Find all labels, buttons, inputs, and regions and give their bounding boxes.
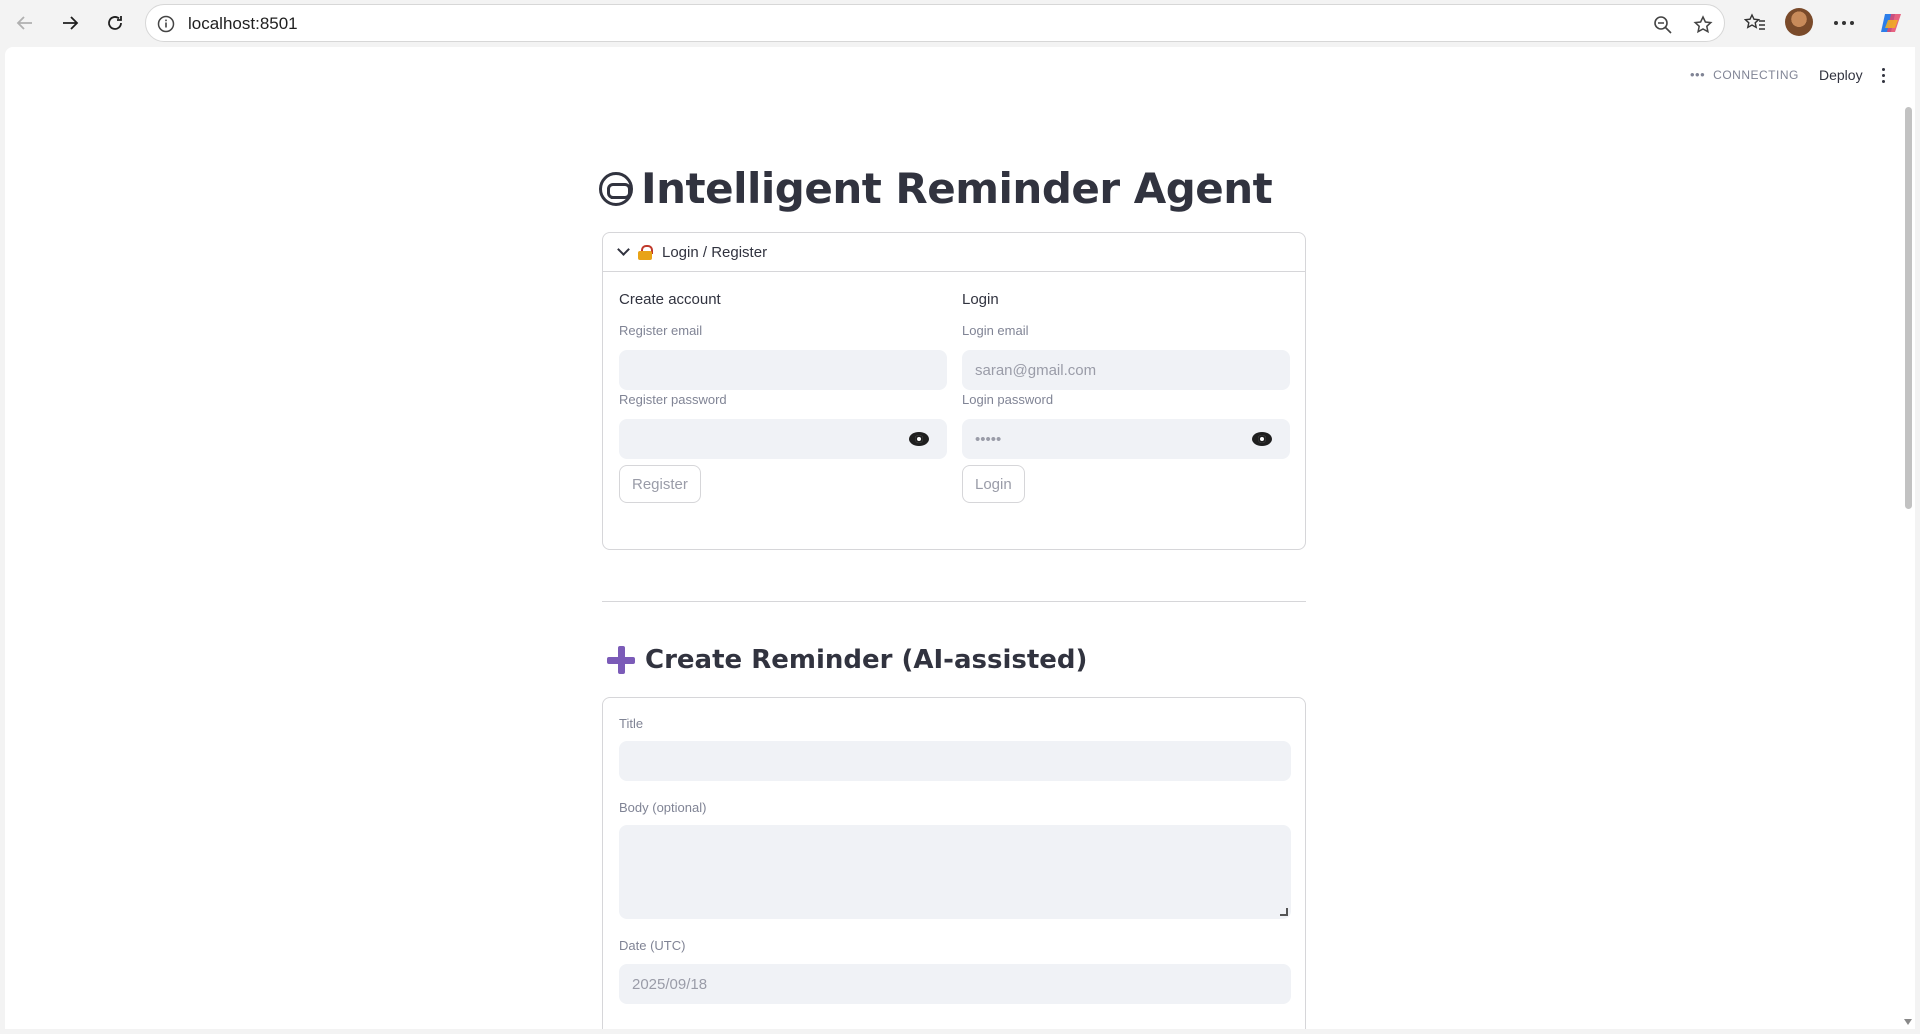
page-title: Intelligent Reminder Agent [599, 164, 1273, 213]
main-menu-icon[interactable] [1876, 65, 1890, 85]
login-heading: Login [962, 291, 999, 308]
title-input[interactable] [619, 741, 1291, 781]
register-email-field[interactable] [619, 350, 947, 390]
register-password-label: Register password [619, 392, 727, 407]
scrollbar-thumb[interactable] [1905, 107, 1912, 509]
create-reminder-title: Create Reminder (AI-assisted) [645, 645, 1088, 675]
browser-toolbar: localhost:8501 [0, 0, 1920, 46]
date-label: Date (UTC) [619, 938, 686, 953]
register-email-label: Register email [619, 323, 703, 338]
login-email-label: Login email [962, 323, 1029, 338]
connection-status: ••• CONNECTING [1690, 67, 1799, 82]
more-icon[interactable] [1829, 8, 1859, 38]
copilot-icon[interactable] [1877, 8, 1907, 38]
show-password-icon[interactable] [909, 432, 929, 446]
login-password-label: Login password [962, 392, 1054, 407]
deploy-button[interactable]: Deploy [1811, 61, 1871, 89]
page-title-text: Intelligent Reminder Agent [641, 164, 1273, 213]
scroll-down-icon[interactable] [1904, 1019, 1912, 1025]
body-label: Body (optional) [619, 800, 707, 815]
login-button[interactable]: Login [962, 465, 1025, 503]
login-password-field[interactable]: ••••• [962, 419, 1290, 459]
forward-icon[interactable] [53, 6, 87, 40]
address-bar[interactable]: localhost:8501 [145, 4, 1725, 42]
login-password-value: ••••• [975, 431, 1002, 448]
resize-handle-icon[interactable] [1280, 908, 1288, 916]
create-reminder-heading: Create Reminder (AI-assisted) [607, 645, 1087, 675]
star-icon[interactable] [1692, 14, 1714, 36]
auth-expander-label: Login / Register [662, 243, 768, 261]
lock-icon [638, 245, 653, 260]
title-label: Title [619, 716, 644, 731]
refresh-icon[interactable] [98, 6, 132, 40]
register-button[interactable]: Register [619, 465, 701, 503]
status-text: CONNECTING [1713, 67, 1799, 82]
plus-icon [607, 646, 635, 674]
info-icon[interactable] [156, 14, 176, 34]
register-heading: Create account [619, 291, 721, 308]
section-divider [602, 601, 1306, 602]
auth-expander: Login / Register Create account Register… [602, 232, 1306, 550]
back-icon[interactable] [8, 6, 42, 40]
robot-icon [599, 171, 633, 206]
chevron-down-icon [617, 243, 630, 256]
zoom-out-icon[interactable] [1652, 14, 1674, 36]
register-password-field[interactable] [619, 419, 947, 459]
page-scrollbar[interactable] [1901, 47, 1915, 1029]
status-dots-icon: ••• [1690, 67, 1706, 82]
body-textarea[interactable] [619, 825, 1291, 919]
auth-expander-header[interactable]: Login / Register [603, 233, 1305, 272]
page-viewport: ••• CONNECTING Deploy Intelligent Remind… [5, 47, 1915, 1029]
login-email-field[interactable]: saran@gmail.com [962, 350, 1290, 390]
avatar[interactable] [1785, 8, 1813, 36]
favorites-icon[interactable] [1740, 8, 1770, 38]
reminder-form: Title Body (optional) Date (UTC) 2025/09… [602, 697, 1306, 1029]
url-text[interactable]: localhost:8501 [188, 14, 298, 34]
show-password-icon[interactable] [1252, 432, 1272, 446]
date-input[interactable]: 2025/09/18 [619, 964, 1291, 1004]
